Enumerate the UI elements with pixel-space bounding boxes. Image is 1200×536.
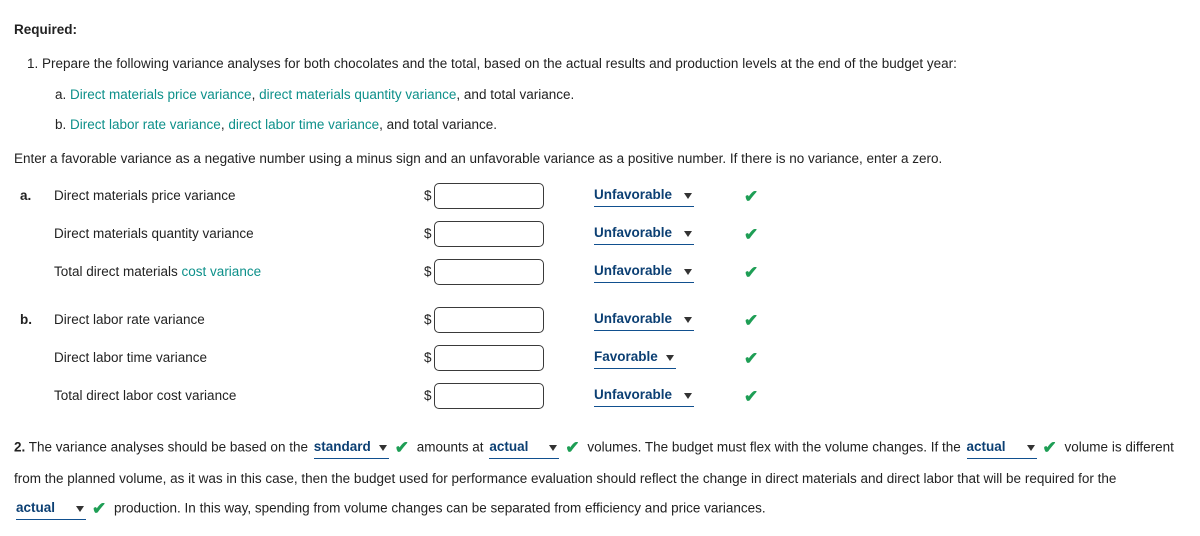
- check-icon: ✔: [744, 311, 758, 330]
- check-icon: ✔: [744, 349, 758, 368]
- label-dm-total: Total direct materials cost variance: [54, 262, 424, 282]
- label-dm-qty: Direct materials quantity variance: [54, 224, 424, 244]
- check-icon: ✔: [565, 431, 579, 465]
- currency-symbol: $: [424, 348, 432, 368]
- chevron-down-icon: [684, 269, 692, 275]
- input-dl-time[interactable]: [434, 345, 544, 371]
- q1-text: Prepare the following variance analyses …: [42, 56, 957, 71]
- row-dm-price: a. Direct materials price variance $ Unf…: [20, 183, 1186, 209]
- dropdown-dl-total[interactable]: Unfavorable: [594, 385, 694, 407]
- text: , and total variance.: [379, 117, 497, 132]
- currency-symbol: $: [424, 310, 432, 330]
- text: amounts at: [417, 440, 488, 455]
- q2-number: 2.: [14, 440, 25, 455]
- dropdown-q2-actual-1[interactable]: actual: [489, 437, 559, 459]
- dropdown-value: Unfavorable: [594, 387, 672, 402]
- currency-symbol: $: [424, 186, 432, 206]
- currency-symbol: $: [424, 386, 432, 406]
- chevron-down-icon: [684, 231, 692, 237]
- chevron-down-icon: [379, 445, 387, 451]
- chevron-down-icon: [1027, 445, 1035, 451]
- dropdown-value: Unfavorable: [594, 187, 672, 202]
- row-dl-total: Total direct labor cost variance $ Unfav…: [20, 383, 1186, 409]
- dropdown-dm-total[interactable]: Unfavorable: [594, 261, 694, 283]
- input-dm-price[interactable]: [434, 183, 544, 209]
- dropdown-value: Unfavorable: [594, 263, 672, 278]
- row-dl-time: Direct labor time variance $ Favorable ✔: [20, 345, 1186, 371]
- chevron-down-icon: [549, 445, 557, 451]
- label-dl-total: Total direct labor cost variance: [54, 386, 424, 406]
- dropdown-dm-price[interactable]: Unfavorable: [594, 185, 694, 207]
- link-cost-variance[interactable]: cost variance: [182, 264, 262, 279]
- row-dm-qty: Direct materials quantity variance $ Unf…: [20, 221, 1186, 247]
- chevron-down-icon: [684, 193, 692, 199]
- question-1: Prepare the following variance analyses …: [42, 54, 1186, 135]
- section-b: b. Direct labor rate variance $ Unfavora…: [20, 307, 1186, 409]
- dropdown-value: actual: [489, 439, 528, 454]
- label-dm-price: Direct materials price variance: [54, 186, 424, 206]
- q1-sub-a: Direct materials price variance, direct …: [70, 85, 1186, 105]
- chevron-down-icon: [666, 355, 674, 361]
- section-a-letter: a.: [20, 186, 54, 206]
- currency-symbol: $: [424, 262, 432, 282]
- dropdown-q2-actual-2[interactable]: actual: [967, 437, 1037, 459]
- dropdown-value: Unfavorable: [594, 225, 672, 240]
- check-icon: ✔: [744, 187, 758, 206]
- check-icon: ✔: [395, 431, 409, 465]
- chevron-down-icon: [76, 506, 84, 512]
- input-dm-total[interactable]: [434, 259, 544, 285]
- label-dl-rate: Direct labor rate variance: [54, 310, 424, 330]
- dropdown-value: actual: [967, 439, 1006, 454]
- required-heading: Required:: [14, 20, 1186, 40]
- check-icon: ✔: [1043, 431, 1057, 465]
- dropdown-value: Favorable: [594, 349, 658, 364]
- input-dl-total[interactable]: [434, 383, 544, 409]
- question-2-paragraph: 2. The variance analyses should be based…: [14, 431, 1186, 526]
- text: , and total variance.: [456, 87, 574, 102]
- currency-symbol: $: [424, 224, 432, 244]
- text: The variance analyses should be based on…: [29, 440, 312, 455]
- label-dl-time: Direct labor time variance: [54, 348, 424, 368]
- input-dm-qty[interactable]: [434, 221, 544, 247]
- section-a: a. Direct materials price variance $ Unf…: [20, 183, 1186, 285]
- text: ,: [252, 87, 260, 102]
- dropdown-dm-qty[interactable]: Unfavorable: [594, 223, 694, 245]
- entry-instruction: Enter a favorable variance as a negative…: [14, 149, 1186, 169]
- dropdown-value: standard: [314, 439, 371, 454]
- link-dl-time-variance[interactable]: direct labor time variance: [228, 117, 379, 132]
- dropdown-value: Unfavorable: [594, 311, 672, 326]
- link-dm-qty-variance[interactable]: direct materials quantity variance: [259, 87, 456, 102]
- link-dl-rate-variance[interactable]: Direct labor rate variance: [70, 117, 221, 132]
- check-icon: ✔: [744, 263, 758, 282]
- chevron-down-icon: [684, 317, 692, 323]
- input-dl-rate[interactable]: [434, 307, 544, 333]
- row-dm-total: Total direct materials cost variance $ U…: [20, 259, 1186, 285]
- dropdown-dl-rate[interactable]: Unfavorable: [594, 309, 694, 331]
- dropdown-value: actual: [16, 500, 55, 515]
- dropdown-dl-time[interactable]: Favorable: [594, 347, 676, 369]
- check-icon: ✔: [744, 387, 758, 406]
- text: Total direct materials: [54, 264, 182, 279]
- text: volumes. The budget must flex with the v…: [587, 440, 964, 455]
- check-icon: ✔: [92, 492, 106, 526]
- link-dm-price-variance[interactable]: Direct materials price variance: [70, 87, 252, 102]
- section-b-letter: b.: [20, 310, 54, 330]
- check-icon: ✔: [744, 225, 758, 244]
- row-dl-rate: b. Direct labor rate variance $ Unfavora…: [20, 307, 1186, 333]
- q1-sub-b: Direct labor rate variance, direct labor…: [70, 115, 1186, 135]
- dropdown-q2-actual-3[interactable]: actual: [16, 498, 86, 520]
- chevron-down-icon: [684, 393, 692, 399]
- dropdown-q2-standard[interactable]: standard: [314, 437, 389, 459]
